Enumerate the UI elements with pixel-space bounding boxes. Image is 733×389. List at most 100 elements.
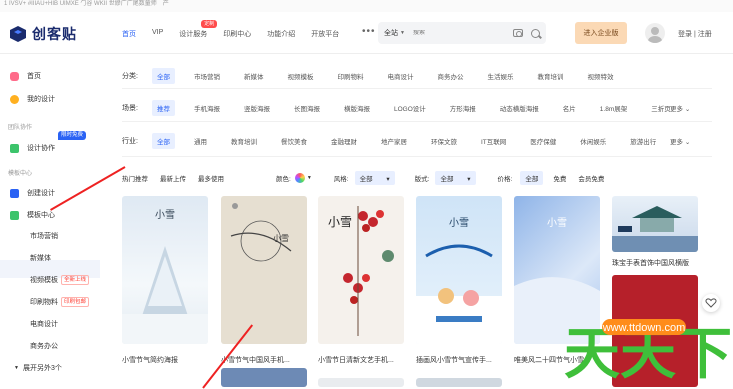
- nav-print-center[interactable]: 印刷中心: [223, 29, 251, 39]
- filter-option[interactable]: 全部: [152, 133, 175, 149]
- style-select[interactable]: 全部 ▾: [354, 171, 395, 185]
- industry-more-button[interactable]: 更多 ⌄: [670, 136, 690, 146]
- card-title[interactable]: 小雪节气中国风手机...: [221, 355, 313, 365]
- nav-design-service-label: 设计服务: [179, 31, 208, 38]
- trophy-icon: [10, 94, 19, 104]
- filter-option[interactable]: 推荐: [152, 100, 175, 116]
- filter-option[interactable]: 电商设计: [383, 68, 419, 84]
- filter-option[interactable]: 新媒体: [239, 68, 269, 84]
- filter-option[interactable]: 视频特效: [583, 68, 619, 84]
- filter-option[interactable]: 通用: [189, 133, 212, 149]
- avatar[interactable]: [645, 23, 665, 43]
- logo-text: 创客贴: [32, 26, 77, 42]
- filter-option[interactable]: 长图海报: [289, 100, 325, 116]
- sidebar-item-label: 印刷物料: [30, 299, 58, 306]
- price-option[interactable]: 全部: [520, 171, 544, 185]
- filter-option[interactable]: 全部: [152, 68, 175, 84]
- price-option[interactable]: 会员免费: [578, 173, 604, 183]
- caret-down-icon[interactable]: ▼: [400, 30, 405, 36]
- template-card[interactable]: [612, 196, 698, 252]
- filter-option[interactable]: 视频模板: [283, 68, 319, 84]
- filter-option[interactable]: 市场营销: [189, 68, 225, 84]
- color-wheel-icon[interactable]: [294, 173, 305, 183]
- filter-option[interactable]: 教育培训: [533, 68, 569, 84]
- sidebar-item-team-collab[interactable]: 设计协作: [10, 143, 55, 153]
- template-card[interactable]: 小雪: [416, 196, 502, 344]
- sort-hot[interactable]: 热门推荐: [122, 173, 148, 183]
- filter-option[interactable]: 教育培训: [226, 133, 262, 149]
- template-card[interactable]: [221, 368, 307, 387]
- filter-option[interactable]: 动态横版海报: [495, 100, 544, 116]
- sort-most-used[interactable]: 最多使用: [198, 173, 224, 183]
- nav-more-icon[interactable]: •••: [362, 26, 376, 37]
- logo[interactable]: 创客贴: [8, 24, 77, 44]
- nav-design-service[interactable]: 设计服务 定制: [179, 20, 218, 39]
- login-register-link[interactable]: 登录 | 注册: [678, 29, 712, 39]
- pavilion-image: [612, 206, 698, 252]
- sidebar-sub-print[interactable]: 印刷物料 印刷包邮: [30, 297, 90, 307]
- scene-more-button[interactable]: 更多 ⌄: [670, 103, 690, 113]
- sidebar-sub-marketing[interactable]: 市场营销: [30, 231, 58, 241]
- divider: [122, 156, 712, 157]
- filter-option[interactable]: LOGO设计: [389, 100, 431, 116]
- sidebar-sub-ecommerce[interactable]: 电商设计: [30, 319, 58, 329]
- filter-option[interactable]: 生活娱乐: [483, 68, 519, 84]
- card-title[interactable]: 插画风小雪节气宣传手...: [416, 355, 508, 365]
- illustration-snow-image: 小雪: [416, 217, 502, 344]
- sidebar-sub-video[interactable]: 视频模板 全新上线: [30, 275, 90, 285]
- sidebar-expand-label: 展开另外3个: [22, 365, 62, 372]
- search-icon[interactable]: [531, 28, 540, 38]
- template-card[interactable]: [416, 378, 502, 387]
- filter-option[interactable]: 印刷物料: [333, 68, 369, 84]
- enterprise-button[interactable]: 进入企业版: [575, 22, 627, 44]
- nav-open-platform[interactable]: 开放平台: [311, 29, 339, 39]
- card-title[interactable]: 珠宝手表首饰中国风横版: [612, 258, 704, 268]
- filter-option[interactable]: 餐饮美食: [276, 133, 312, 149]
- watermark-logo-icon: 天天下载 www.ttdown.com: [564, 319, 733, 387]
- card-title[interactable]: 小雪节日清新文艺手机...: [318, 355, 410, 365]
- layout-select[interactable]: 全部 ▾: [435, 171, 476, 185]
- sidebar-sub-new-media[interactable]: 新媒体: [30, 253, 51, 263]
- nav-home[interactable]: 首页: [122, 29, 136, 39]
- sidebar-item-my-designs[interactable]: 我的设计: [10, 94, 55, 104]
- filter-option[interactable]: 名片: [558, 100, 581, 116]
- filter-option[interactable]: 环保文旅: [426, 133, 462, 149]
- card-title[interactable]: 小雪节气简约海报: [122, 355, 214, 365]
- search-input[interactable]: [412, 30, 499, 36]
- price-option[interactable]: 免费: [553, 173, 566, 183]
- main-nav: 首页 VIP 设计服务 定制 印刷中心 功能介绍 开放平台: [122, 20, 355, 39]
- template-card[interactable]: 小雪: [318, 196, 404, 344]
- filter-option[interactable]: 休闲娱乐: [575, 133, 611, 149]
- search-scope[interactable]: 全站: [384, 28, 398, 38]
- filter-option[interactable]: 竖版海报: [239, 100, 275, 116]
- chevron-down-icon: ⌄: [684, 106, 691, 113]
- filter-option[interactable]: 手机海报: [189, 100, 225, 116]
- free-badge: 限时免费: [58, 131, 87, 140]
- sidebar-sub-business[interactable]: 商务办公: [30, 341, 58, 351]
- filter-option[interactable]: 1.8m展架: [595, 100, 632, 116]
- sidebar-expand[interactable]: ▼ 展开另外3个: [14, 363, 62, 373]
- caret-down-icon[interactable]: ▼: [307, 175, 312, 181]
- filter-option[interactable]: 医疗保健: [525, 133, 561, 149]
- nav-features[interactable]: 功能介绍: [267, 29, 295, 39]
- template-card[interactable]: [318, 378, 404, 387]
- sort-newest[interactable]: 最新上传: [160, 173, 186, 183]
- more-label: 更多: [670, 139, 683, 146]
- filter-label: 行业:: [122, 138, 138, 145]
- template-card[interactable]: 小雪: [122, 196, 208, 344]
- filter-option[interactable]: 金融理财: [326, 133, 362, 149]
- sidebar-item-home[interactable]: 首页: [10, 71, 41, 81]
- nav-vip[interactable]: VIP: [152, 29, 163, 39]
- sidebar-item-label: 我的设计: [27, 96, 55, 103]
- filter-option[interactable]: 旅游出行: [625, 133, 661, 149]
- filter-option[interactable]: 方形海报: [445, 100, 481, 116]
- filter-option[interactable]: 横版海报: [339, 100, 375, 116]
- filter-option[interactable]: 地产家居: [376, 133, 412, 149]
- camera-icon[interactable]: [513, 29, 523, 37]
- filter-industry: 行业: 全部 通用 教育培训 餐饮美食 金融理财 地产家居 环保文旅 IT互联网…: [122, 133, 675, 149]
- filter-option[interactable]: IT互联网: [476, 133, 511, 149]
- filter-option[interactable]: 商务办公: [433, 68, 469, 84]
- sidebar-item-create[interactable]: 创建设计: [10, 188, 55, 198]
- template-card[interactable]: 小雪: [221, 196, 307, 344]
- sidebar-item-template-center[interactable]: 模板中心: [10, 210, 55, 220]
